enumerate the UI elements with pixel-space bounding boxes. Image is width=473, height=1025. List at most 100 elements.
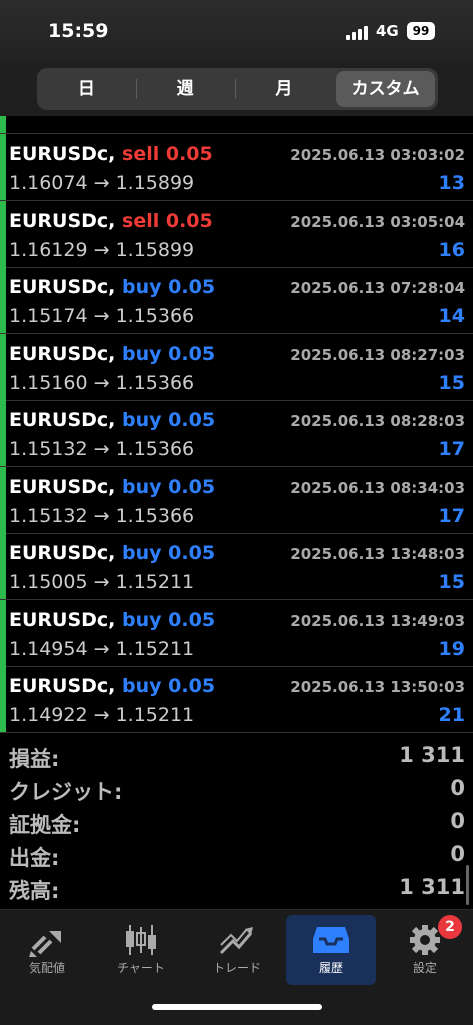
summary-label: 証拠金: — [9, 813, 81, 837]
trade-points: 13 — [438, 172, 465, 194]
profit-indicator — [0, 116, 6, 133]
trade-datetime: 2025.06.13 08:27:03 — [290, 345, 465, 364]
summary-label: 損益: — [9, 747, 60, 771]
trade-prices: 1.15132 → 1.15366 — [9, 504, 195, 527]
status-time: 15:59 — [48, 20, 109, 42]
trade-datetime: 2025.06.13 03:03:02 — [290, 146, 465, 164]
list-item[interactable]: EURUSDc, buy 0.05 2025.06.13 13:48:03 1.15… — [0, 533, 473, 600]
symbol-label: EURUSDc, — [9, 342, 116, 365]
summary-value: 1 311 — [399, 875, 465, 899]
network-label: 4G — [376, 22, 399, 40]
trade-points: 19 — [438, 637, 465, 660]
summary-label: 残高: — [9, 879, 60, 903]
summary-deposit: 証拠金: 0 — [0, 806, 473, 839]
tab-label: チャート — [117, 961, 165, 975]
status-bar: 15:59 4G 99 — [0, 0, 473, 62]
trade-side: buy 0.05 — [122, 475, 216, 498]
trade-prices: 1.15160 → 1.15366 — [9, 371, 195, 394]
tab-month[interactable]: 月 — [234, 68, 334, 110]
summary-label: クレジット: — [9, 780, 123, 804]
summary-value: 1 311 — [399, 743, 465, 767]
list-item[interactable]: EURUSDc, buy 0.05 2025.06.13 07:28:04 1.15… — [0, 267, 473, 334]
list-item[interactable]: EURUSDc, buy 0.05 2025.06.13 13:50:03 1.14… — [0, 666, 473, 733]
signal-icon — [346, 26, 370, 40]
trade-side: buy 0.05 — [122, 542, 216, 564]
trade-symbol: EURUSDc, buy 0.05 — [9, 476, 215, 498]
trade-prices: 1.14954 → 1.15211 — [9, 637, 195, 660]
trade-prices: 1.15005 → 1.15211 — [9, 571, 195, 593]
trade-datetime: 2025.06.13 13:50:03 — [290, 678, 465, 696]
tab-label: トレード — [212, 961, 261, 975]
trade-points: 16 — [438, 238, 465, 261]
symbol-label: EURUSDc, — [9, 675, 116, 697]
trade-datetime: 2025.06.13 03:05:04 — [290, 212, 465, 231]
trade-symbol: EURUSDc, buy 0.05 — [9, 409, 215, 431]
list-item[interactable]: EURUSDc, buy 0.05 2025.06.13 08:28:03 1.15… — [0, 400, 473, 467]
profit-indicator — [0, 533, 6, 599]
tab-label: 気配値 — [28, 961, 65, 975]
trade-datetime: 2025.06.13 08:28:03 — [290, 412, 465, 430]
profit-indicator — [0, 599, 6, 666]
trade-symbol: EURUSDc, sell 0.05 — [9, 143, 213, 165]
tab-trade[interactable]: トレード — [192, 915, 282, 985]
trade-prices: 1.15132 → 1.15366 — [9, 438, 195, 460]
symbol-label: EURUSDc, — [9, 475, 116, 498]
trade-prices: 1.16074 → 1.15899 — [9, 172, 195, 194]
period-selector-bar: 日 週 月 カスタム — [0, 62, 473, 116]
summary-profit: 損益: 1 311 — [0, 740, 473, 773]
account-summary: 損益: 1 311 クレジット: 0 証拠金: 0 出金: 0 残高: 1 31… — [0, 734, 473, 909]
tab-custom[interactable]: カスタム — [336, 71, 435, 107]
list-item[interactable]: EURUSDc, buy 0.05 2025.06.13 13:49:03 1.14… — [0, 599, 473, 667]
trade-side: sell 0.05 — [122, 209, 213, 232]
trade-symbol: EURUSDc, buy 0.05 — [9, 609, 215, 631]
tab-label: 履歴 — [318, 961, 343, 975]
trade-prices: 1.15174 → 1.15366 — [9, 305, 195, 327]
trade-side: sell 0.05 — [122, 143, 213, 165]
trade-points: 17 — [438, 438, 465, 460]
trade-datetime: 2025.06.13 07:28:04 — [290, 279, 465, 297]
trade-prices: 1.14922 → 1.15211 — [9, 704, 195, 726]
trade-symbol: EURUSDc, buy 0.05 — [9, 276, 215, 298]
tab-day[interactable]: 日 — [37, 68, 136, 110]
list-item[interactable]: EURUSDc, sell 0.05 2025.06.13 03:05:04 1.1… — [0, 200, 473, 268]
summary-value: 0 — [450, 809, 465, 833]
profit-indicator — [0, 466, 6, 533]
trade-prices: 1.16129 → 1.15899 — [9, 238, 195, 261]
tab-quotes[interactable]: 気配値 — [2, 915, 92, 985]
quotes-icon — [29, 931, 61, 957]
profit-indicator — [0, 200, 6, 267]
summary-value: 0 — [450, 842, 465, 866]
trade-side: buy 0.05 — [122, 675, 216, 697]
trade-side: buy 0.05 — [122, 342, 216, 365]
notification-badge: 2 — [438, 915, 462, 939]
trade-history-list[interactable]: EURUSDc, sell 0.05 2025.06.13 03:03:02 1.1… — [0, 116, 473, 734]
trade-datetime: 2025.06.13 13:48:03 — [290, 545, 465, 563]
symbol-label: EURUSDc, — [9, 209, 116, 232]
list-item[interactable]: EURUSDc, sell 0.05 2025.06.13 03:03:02 1.1… — [0, 134, 473, 201]
trade-icon — [219, 927, 253, 955]
summary-credit: クレジット: 0 — [0, 773, 473, 806]
tab-chart[interactable]: チャート — [96, 915, 186, 985]
symbol-label: EURUSDc, — [9, 608, 116, 631]
tab-week[interactable]: 週 — [135, 68, 235, 110]
trade-datetime: 2025.06.13 13:49:03 — [290, 611, 465, 630]
profit-indicator — [0, 267, 6, 333]
list-item[interactable]: EURUSDc, buy 0.05 2025.06.13 08:34:03 1.15… — [0, 466, 473, 534]
summary-balance: 残高: 1 311 — [0, 872, 473, 905]
profit-indicator — [0, 666, 6, 732]
profit-indicator — [0, 333, 6, 400]
scrollbar[interactable] — [466, 865, 469, 905]
trade-points: 14 — [438, 305, 465, 327]
trade-side: buy 0.05 — [122, 608, 216, 631]
trade-datetime: 2025.06.13 08:34:03 — [290, 478, 465, 497]
trade-points: 15 — [438, 371, 465, 394]
trade-side: buy 0.05 — [122, 276, 216, 298]
tab-history[interactable]: 履歴 — [286, 915, 376, 985]
summary-label: 出金: — [9, 846, 60, 870]
profit-indicator — [0, 134, 6, 200]
home-indicator[interactable] — [152, 1004, 322, 1010]
history-icon — [313, 927, 349, 953]
trade-points: 15 — [438, 571, 465, 593]
trade-symbol: EURUSDc, buy 0.05 — [9, 675, 215, 697]
list-item[interactable]: EURUSDc, buy 0.05 2025.06.13 08:27:03 1.15… — [0, 333, 473, 401]
